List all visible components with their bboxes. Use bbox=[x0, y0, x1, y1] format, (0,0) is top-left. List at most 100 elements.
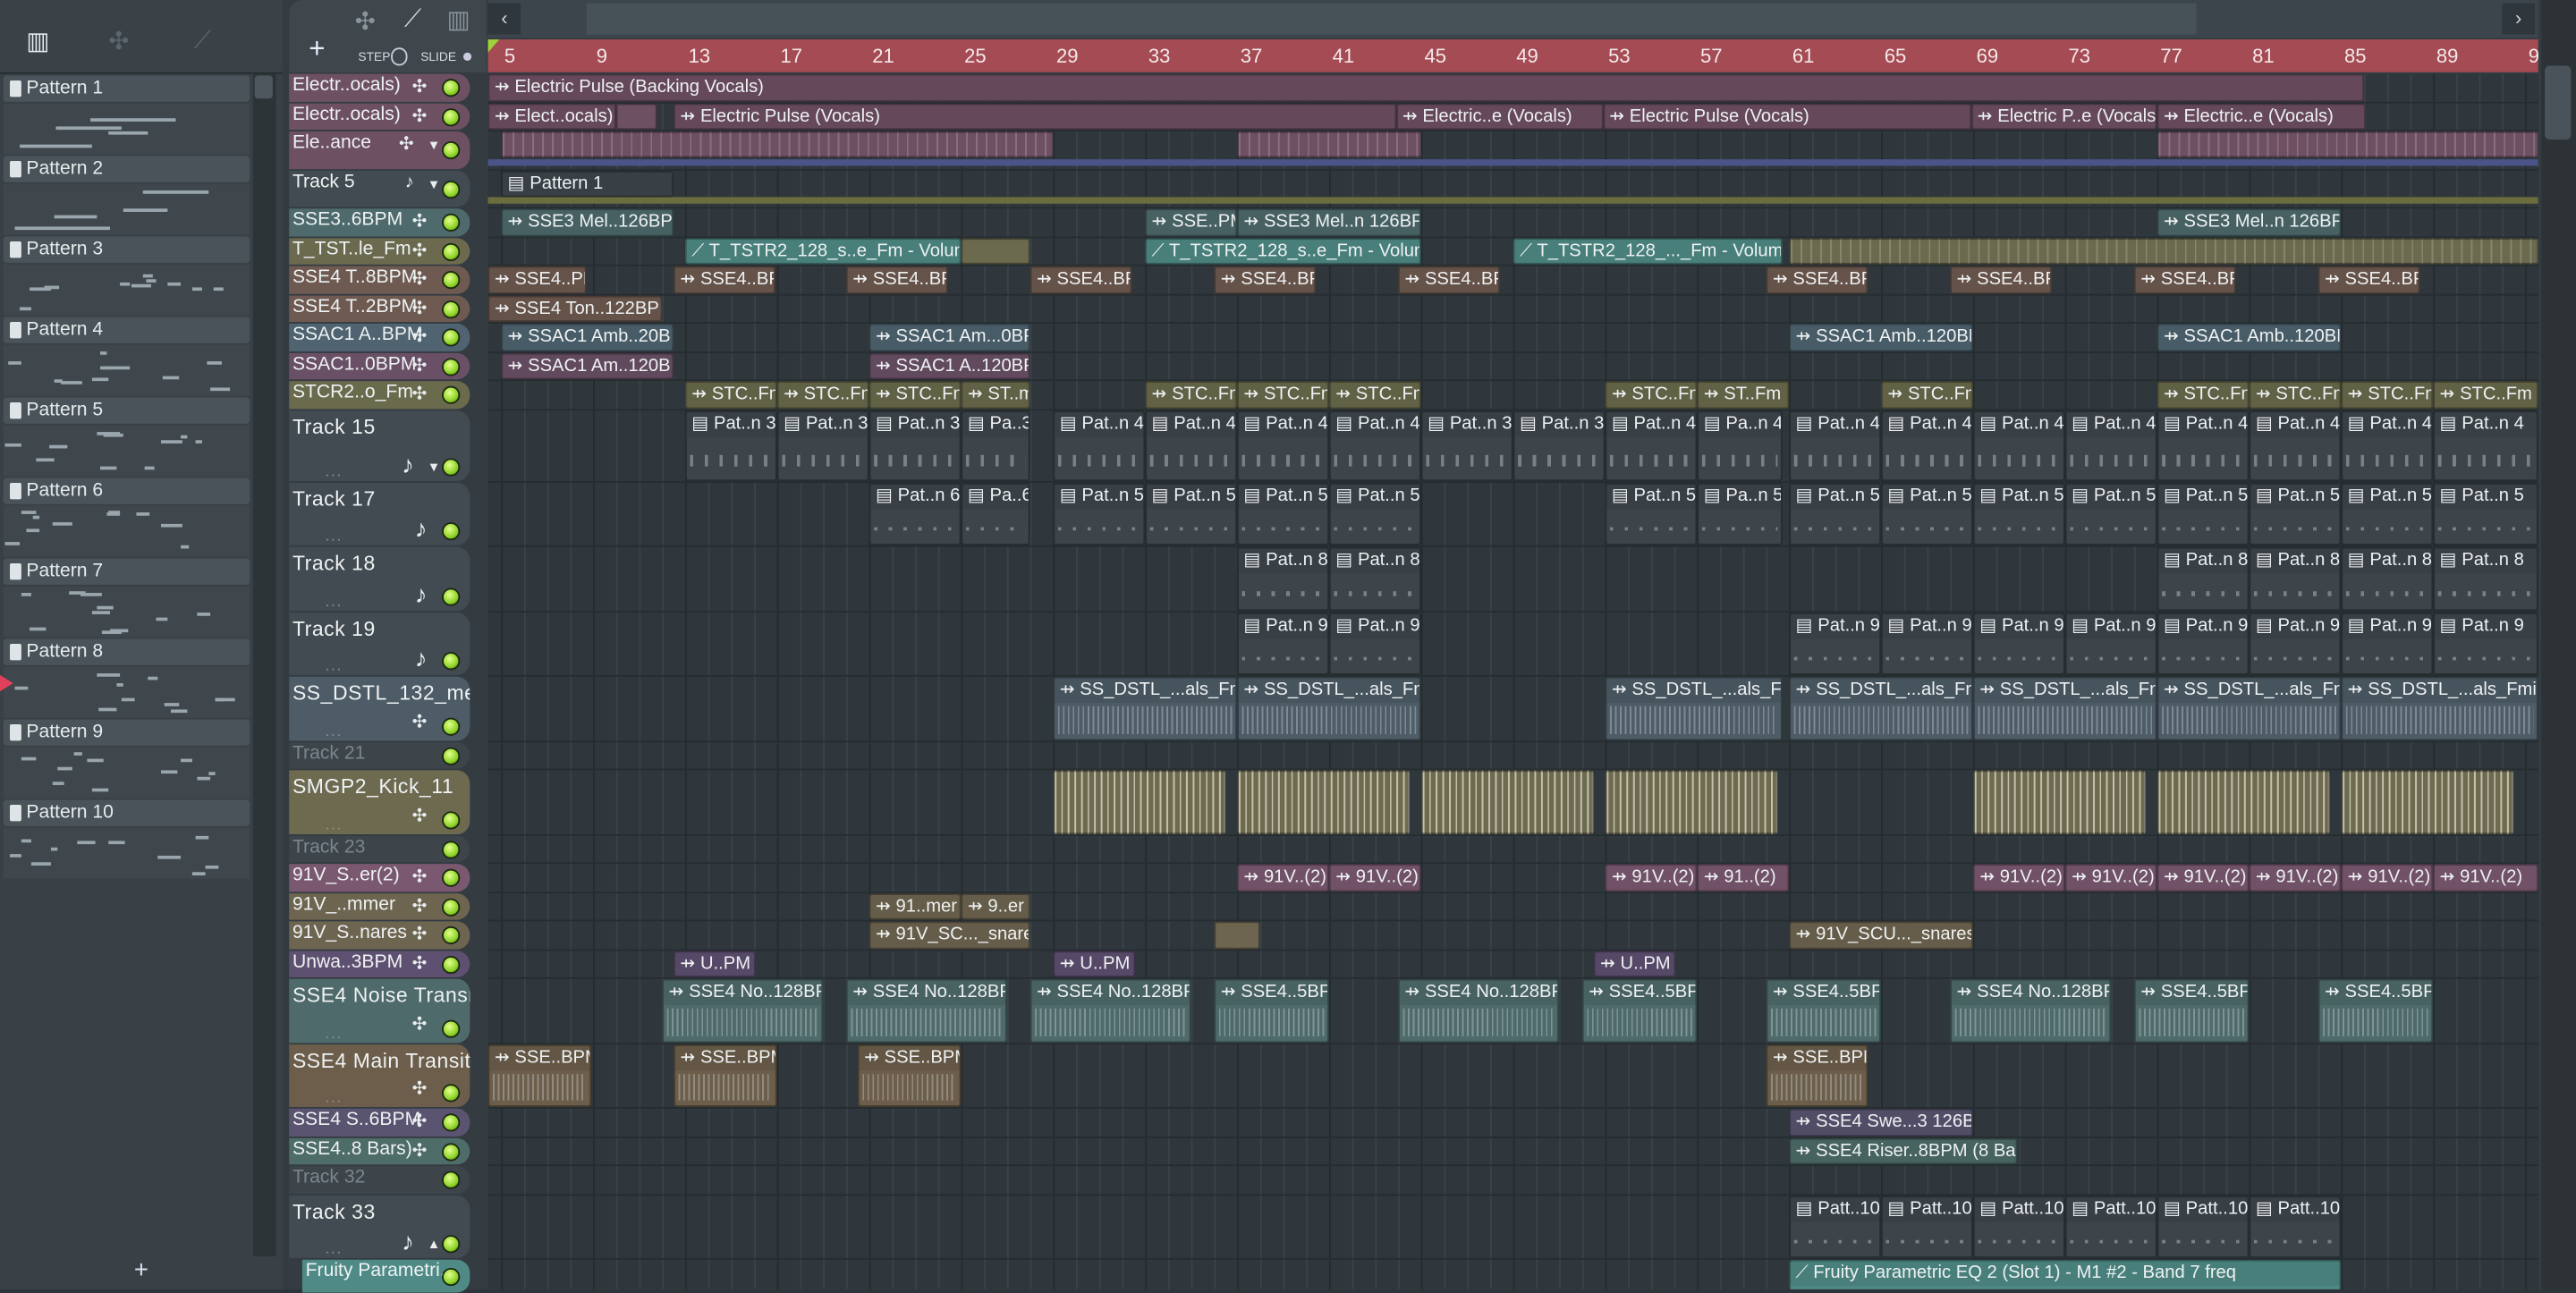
track-mute-led[interactable] bbox=[442, 180, 461, 199]
track-mute-led[interactable] bbox=[442, 1171, 461, 1190]
clip-audio[interactable]: ⇸ SSAC1 Am...0BPM bbox=[869, 323, 1030, 351]
track-row[interactable]: ⇸ SSAC1 Am..120BPM⇸ SSAC1 A..120BPM bbox=[487, 351, 2538, 382]
track-header[interactable]: STCR2..o_Fm ✣ bbox=[289, 381, 470, 409]
clip-audio[interactable]: ⇸ SSAC1 Amb..120BPM bbox=[2157, 323, 2342, 351]
vertical-scroll-thumb[interactable] bbox=[2545, 65, 2572, 140]
track-row[interactable]: ⇸ SSAC1 Amb..20BPM ⇸ SSAC1 Am...0BPM ⇸ SSA… bbox=[487, 323, 2538, 352]
clip-pattern[interactable]: ▤ Pat..n 3 bbox=[1513, 410, 1606, 481]
track-mute-led[interactable] bbox=[442, 810, 461, 829]
track-header[interactable]: T_TST..le_Fm ✣ bbox=[289, 237, 470, 265]
clip-kick[interactable] bbox=[1237, 770, 1410, 834]
clip-audio[interactable]: ⇸ SSE4..5BPM bbox=[2318, 978, 2434, 1043]
clip-pattern[interactable]: ▤ Pa..6 bbox=[961, 482, 1030, 545]
track-header[interactable]: Fruity Parametri.. bbox=[301, 1259, 470, 1293]
clip-audio[interactable]: ⇸ 91V_SC..._snares bbox=[869, 921, 1030, 949]
clip-audio[interactable]: ⇸ Elect..ocals) bbox=[487, 102, 616, 131]
pattern-list-item[interactable]: Pattern 2 bbox=[3, 156, 250, 236]
clip-audio[interactable]: ⇸ SSAC1 Amb..20BPM bbox=[501, 323, 674, 351]
clip-audio[interactable]: ⇸ STC..Fm bbox=[1881, 381, 1973, 409]
clip-pattern[interactable]: ▤ Pat..n 9 bbox=[1881, 612, 1973, 675]
track-row[interactable]: ▤ Pat..n 8 ▤ Pat..n 8 ▤ Pat..n 8 ▤ Pat..n 8… bbox=[487, 546, 2538, 613]
track-options-icon[interactable]: ... bbox=[326, 657, 343, 673]
clip-audio[interactable]: ⇸ 91..mer bbox=[869, 892, 962, 920]
clip-audio[interactable]: ⇸ SSE4..BPM bbox=[2318, 266, 2419, 293]
clip-audio[interactable]: ⇸ SSE4 Riser..8BPM (8 Bars) bbox=[1789, 1137, 2017, 1165]
track-header[interactable]: SSE4..8 Bars) ✣ bbox=[289, 1137, 470, 1165]
clip-audio[interactable]: ⇸ 91V..(2) bbox=[1972, 864, 2065, 892]
pattern-header[interactable]: Pattern 7 bbox=[3, 558, 250, 585]
clip-audio[interactable]: ⇸ 91V..(2) bbox=[2341, 864, 2434, 892]
overview-map[interactable] bbox=[586, 3, 2197, 35]
clip-audio[interactable]: ⇸ 91V..(2) bbox=[1237, 864, 1329, 892]
clip-audio[interactable]: ⇸ SSE4 No..128BPM bbox=[1398, 978, 1560, 1043]
track-mute-led[interactable] bbox=[442, 79, 461, 97]
clip-audio[interactable]: ⇸ STC..Fm bbox=[2249, 381, 2342, 409]
clip-pattern[interactable]: ▤ Pat..n 6 bbox=[869, 482, 962, 545]
track-mute-led[interactable] bbox=[442, 716, 461, 735]
track-header[interactable]: Track 15 ♪ ▼... bbox=[289, 410, 470, 481]
piano-roll-icon[interactable]: ▥ bbox=[26, 26, 49, 55]
track-header[interactable]: 91V_..mmer ✣ bbox=[289, 892, 470, 920]
track-row[interactable] bbox=[487, 131, 2538, 171]
audio-wave-icon[interactable]: ✣ bbox=[355, 6, 376, 36]
playlist-grid[interactable]: ⇸ Electric Pulse (Backing Vocals) ⇸ Elect… bbox=[487, 73, 2538, 1289]
clip-audio[interactable]: ⇸ STC..Fm bbox=[1328, 381, 1421, 409]
clip-audio[interactable]: ⇸ 9..er bbox=[961, 892, 1030, 920]
track-mute-led[interactable] bbox=[442, 1113, 461, 1132]
clip-audio[interactable]: ⇸ ST..Fm bbox=[1697, 381, 1790, 409]
track-mute-led[interactable] bbox=[442, 1084, 461, 1103]
clip-pattern[interactable]: ▤ Pat..n 8 bbox=[2249, 546, 2342, 611]
clip-audio[interactable] bbox=[1214, 921, 1260, 949]
clip-pattern[interactable]: ▤ Patt..10 bbox=[1972, 1195, 2065, 1258]
clip-audio[interactable]: ⇸ SSE3 Mel..126BPM bbox=[501, 208, 674, 236]
clip-audio[interactable]: ⇸ SSE4..BPM bbox=[2133, 266, 2236, 293]
clip-audio[interactable]: ⇸ SSE4..5BPM bbox=[1766, 978, 1882, 1043]
track-row[interactable]: ⇸ 91V..(2) ⇸ 91V..(2) ⇸ 91V..(2) ⇸ 91..(2) ⇸… bbox=[487, 864, 2538, 893]
clip-pattern[interactable]: ▤ Patt..10 bbox=[1789, 1195, 1882, 1258]
clip-audio[interactable]: ⇸ 91V..(2) bbox=[2433, 864, 2538, 892]
track-mute-led[interactable] bbox=[442, 522, 461, 541]
clip-audio[interactable]: ⇸ Electric..e (Vocals) bbox=[2157, 102, 2366, 131]
pattern-list-item[interactable]: Pattern 8 bbox=[0, 638, 250, 719]
clip-pattern[interactable]: ▤ Pat..n 4 bbox=[2249, 410, 2342, 481]
clip-pattern[interactable]: ▤ Pa..n 5 bbox=[1697, 482, 1783, 545]
clip-pattern[interactable]: ▤ Pat..n 4 bbox=[1972, 410, 2065, 481]
pattern-header[interactable]: Pattern 2 bbox=[3, 156, 250, 182]
clip-audio[interactable]: ⇸ U..PM bbox=[674, 950, 757, 977]
playhead-marker-icon[interactable] bbox=[487, 39, 500, 53]
chevron-down-icon[interactable]: ▼ bbox=[428, 459, 441, 474]
clip-audio[interactable]: ⇸ SSE4 No..128BPM bbox=[662, 978, 824, 1043]
clip-pattern[interactable]: ▤ Pat..n 5 bbox=[1881, 482, 1973, 545]
track-header[interactable]: SMGP2_Kick_11 ✣... bbox=[289, 770, 470, 834]
track-row[interactable]: ▤ Pat..n 9 ▤ Pat..n 9 ▤ Pat..n 9 ▤ Pat..n 9… bbox=[487, 612, 2538, 677]
track-options-icon[interactable]: ... bbox=[326, 1089, 343, 1105]
track-header[interactable]: Track 23 bbox=[289, 834, 470, 863]
clip-kick[interactable] bbox=[1605, 770, 1778, 834]
pattern-list-item[interactable]: Pattern 10 bbox=[3, 799, 250, 880]
clip-audio[interactable]: ⇸ STC..Fm bbox=[869, 381, 962, 409]
clip-pattern[interactable]: ▤ Pat..n 4 bbox=[2064, 410, 2157, 481]
clip-audio[interactable]: ⇸ SSE4 Swe...3 126BPM bbox=[1789, 1108, 1973, 1137]
clip-audio[interactable]: ⇸ STC..Fm bbox=[2341, 381, 2434, 409]
clip-audio[interactable]: ⇸ SSE..BPM bbox=[487, 1044, 592, 1107]
track-mute-led[interactable] bbox=[442, 107, 461, 126]
clip-hatch[interactable] bbox=[1789, 237, 2538, 265]
clip-pattern[interactable]: ▤ Pa..n 4 bbox=[1697, 410, 1783, 481]
clip-kick[interactable] bbox=[1420, 770, 1594, 834]
track-row[interactable]: ⇸ SSE4 Swe...3 126BPM bbox=[487, 1108, 2538, 1137]
clip-auto[interactable]: ⟋ T_TSTR2_128_s..e_Fm - Volume bbox=[684, 237, 962, 265]
track-header[interactable]: SSAC1..0BPM ✣ bbox=[289, 351, 470, 380]
track-options-icon[interactable]: ... bbox=[326, 722, 343, 738]
clip-audio[interactable]: ⇸ SS_DSTL_...als_Fmin bbox=[1605, 676, 1783, 740]
clip-pattern[interactable]: ▤ Pattern 1 bbox=[501, 170, 674, 197]
clip-audio[interactable]: ⇸ SSE4 No..128BPM bbox=[845, 978, 1007, 1043]
clip-audio[interactable]: ⇸ 91V..(2) bbox=[2249, 864, 2342, 892]
clip-pattern[interactable]: ▤ Pat..n 3 bbox=[1420, 410, 1513, 481]
clip-pattern[interactable]: ▤ Pat..n 4 bbox=[1145, 410, 1238, 481]
track-row[interactable]: ⇸ SS_DSTL_...als_Fmin ⇸ SS_DSTL_...als_Fm… bbox=[487, 676, 2538, 742]
track-mute-led[interactable] bbox=[442, 1142, 461, 1162]
clip-audio[interactable]: ⇸ SS_DSTL_...als_Fmin bbox=[2341, 676, 2538, 740]
clip-pattern[interactable]: ▤ Patt..10 bbox=[1881, 1195, 1973, 1258]
track-row[interactable]: ⇸ 91V_SC..._snares ⇸ 91V_SCU..._snares bbox=[487, 921, 2538, 951]
track-header[interactable]: Track 21 bbox=[289, 741, 470, 769]
